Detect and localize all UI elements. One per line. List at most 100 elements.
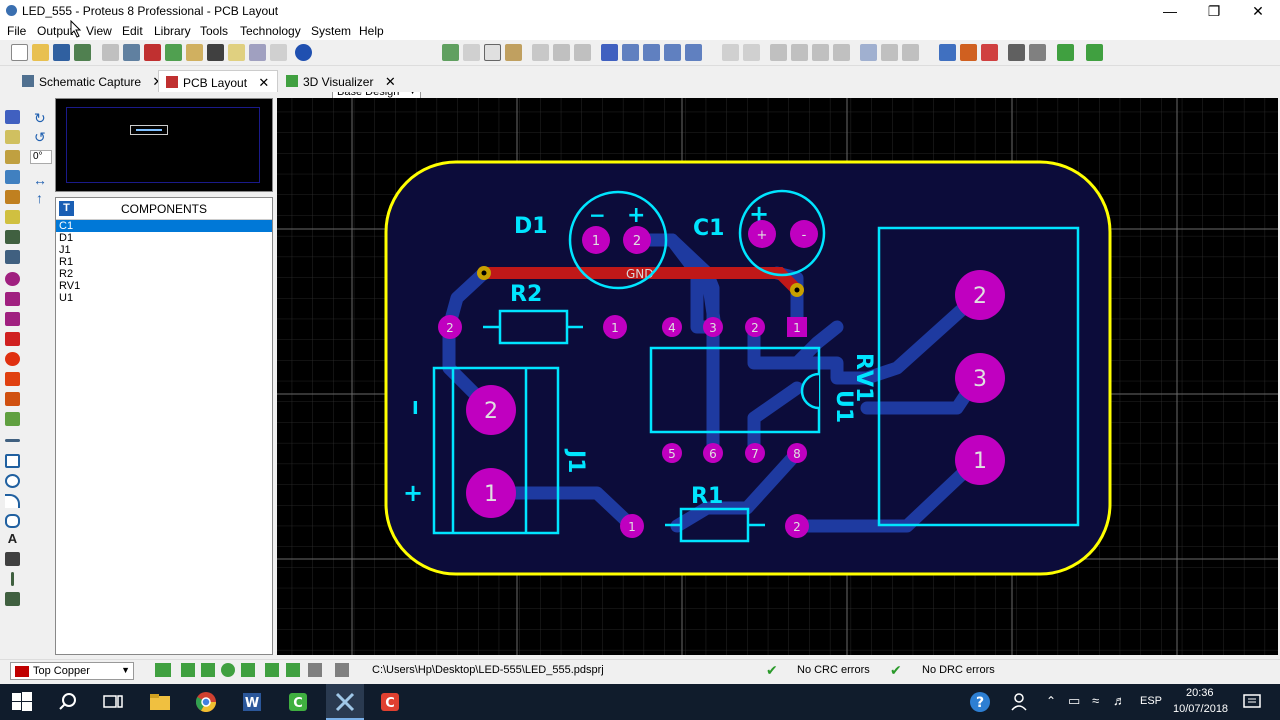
play-icon[interactable] (181, 663, 195, 677)
padstack-icon[interactable] (5, 412, 20, 426)
help-icon[interactable] (295, 44, 312, 61)
square-pad-icon[interactable] (5, 292, 20, 306)
refresh-icon[interactable] (442, 44, 459, 61)
zone-mode-icon[interactable] (5, 210, 20, 224)
mirror-vertical-icon[interactable]: ↑ (36, 190, 43, 206)
text-icon[interactable]: T (59, 201, 74, 216)
package-mode-icon[interactable] (5, 150, 20, 164)
copy-icon[interactable] (791, 44, 808, 61)
drc-status[interactable]: No DRC errors (922, 664, 995, 676)
list-item[interactable]: R1 (56, 256, 272, 268)
toggle-icon[interactable] (463, 44, 480, 61)
menu-help[interactable]: Help (359, 24, 384, 38)
menu-technology[interactable]: Technology (240, 24, 301, 38)
step-icon[interactable] (201, 663, 215, 677)
selection-mode-icon[interactable] (5, 110, 20, 124)
clock-time[interactable]: 20:36 (1186, 687, 1214, 699)
list-item[interactable]: R2 (56, 268, 272, 280)
delete-icon[interactable] (833, 44, 850, 61)
zoom-in-icon[interactable] (622, 44, 639, 61)
maximize-button[interactable]: ❐ (1192, 0, 1236, 22)
schematic-icon[interactable] (123, 44, 140, 61)
list-item[interactable]: C1 (56, 220, 272, 232)
edge-pad-icon[interactable] (5, 332, 20, 346)
tab-pcb-layout[interactable]: PCB Layout ✕ (158, 70, 279, 92)
volume-icon[interactable]: ♬ (1113, 693, 1126, 708)
metric-icon[interactable] (532, 44, 549, 61)
coordinate-icon[interactable] (335, 663, 349, 677)
word-icon[interactable]: W (240, 690, 264, 714)
box-icon[interactable] (5, 454, 20, 468)
menu-view[interactable]: View (86, 24, 112, 38)
ratsnest-mode-icon[interactable] (5, 230, 20, 244)
menu-system[interactable]: System (311, 24, 351, 38)
t-probe-icon[interactable] (265, 663, 279, 677)
false-origin-icon[interactable] (574, 44, 591, 61)
language-indicator[interactable]: ESP (1140, 695, 1162, 707)
chevron-up-icon[interactable]: ⌃ (1046, 694, 1056, 708)
design-rules-icon[interactable] (1057, 44, 1074, 61)
rotate-anticlockwise-icon[interactable]: ↺ (34, 129, 46, 146)
people-icon[interactable] (1008, 690, 1032, 714)
menu-output[interactable]: Output (37, 24, 73, 38)
tab-3d-visualizer[interactable]: 3D Visualizer ✕ (279, 70, 404, 92)
grid-icon[interactable] (484, 44, 501, 61)
wifi-icon[interactable]: ≈ (1092, 693, 1099, 708)
import-icon[interactable] (74, 44, 91, 61)
export-icon[interactable] (881, 44, 898, 61)
file-explorer-icon[interactable] (148, 690, 172, 714)
search-icon[interactable] (860, 44, 877, 61)
round-pad-icon[interactable] (5, 272, 20, 286)
home-icon[interactable] (102, 44, 119, 61)
rect-smt-pad-icon[interactable] (5, 372, 20, 386)
tool-icon[interactable] (902, 44, 919, 61)
d-probe-icon[interactable] (286, 663, 300, 677)
list-item[interactable]: U1 (56, 292, 272, 304)
open-folder-icon[interactable] (32, 44, 49, 61)
close-icon[interactable]: ✕ (385, 74, 396, 89)
design-explorer-icon[interactable] (207, 44, 224, 61)
netlist-icon[interactable] (1029, 44, 1046, 61)
crc-status[interactable]: No CRC errors (797, 664, 870, 676)
origin-icon[interactable] (553, 44, 570, 61)
trace-icon[interactable] (241, 663, 255, 677)
search-icon[interactable] (56, 690, 80, 714)
pcb-icon[interactable] (144, 44, 161, 61)
pan-icon[interactable] (601, 44, 618, 61)
minimize-button[interactable]: — (1148, 0, 1192, 22)
new-file-icon[interactable] (11, 44, 28, 61)
cut-icon[interactable] (770, 44, 787, 61)
track-mode-icon[interactable] (5, 170, 20, 184)
layer-pairs-icon[interactable] (155, 663, 171, 677)
cross-icon[interactable] (308, 663, 322, 677)
clock-date[interactable]: 10/07/2018 (1173, 703, 1228, 715)
layer-select[interactable]: Top Copper ▼ (10, 662, 134, 680)
list-item[interactable]: RV1 (56, 280, 272, 292)
ratsnest-icon[interactable] (981, 44, 998, 61)
proteus-taskbar-button[interactable] (326, 684, 364, 720)
arc-icon[interactable] (5, 494, 20, 508)
menu-tools[interactable]: Tools (200, 24, 228, 38)
marker-icon[interactable] (11, 572, 14, 586)
circle-icon[interactable] (5, 474, 20, 488)
symbol-icon[interactable] (5, 552, 20, 566)
undo-icon[interactable] (722, 44, 739, 61)
layers-icon[interactable] (505, 44, 522, 61)
source-icon[interactable] (270, 44, 287, 61)
pause-icon[interactable] (221, 663, 235, 677)
zoom-all-icon[interactable] (664, 44, 681, 61)
list-item[interactable]: D1 (56, 232, 272, 244)
rotation-angle-field[interactable]: 0° (30, 150, 52, 164)
mirror-horizontal-icon[interactable]: ↔ (33, 172, 47, 188)
polygonal-pad-icon[interactable] (5, 392, 20, 406)
notifications-icon[interactable] (1240, 690, 1264, 714)
autoplace-icon[interactable] (939, 44, 956, 61)
task-view-icon[interactable] (101, 690, 125, 714)
find-icon[interactable] (1008, 44, 1025, 61)
menu-edit[interactable]: Edit (122, 24, 143, 38)
chrome-icon[interactable] (194, 690, 218, 714)
redo-icon[interactable] (743, 44, 760, 61)
autoroute-icon[interactable] (960, 44, 977, 61)
3d-icon[interactable] (165, 44, 182, 61)
battery-icon[interactable]: ▭ (1068, 693, 1080, 709)
